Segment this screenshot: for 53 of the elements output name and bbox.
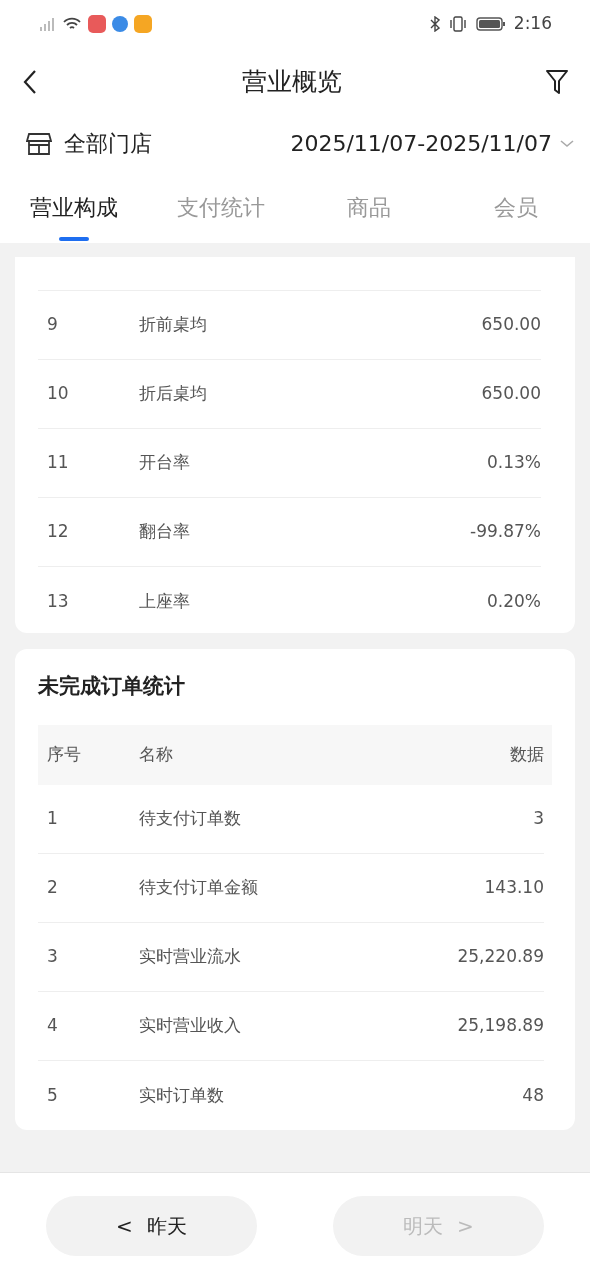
- metric-name: 上座率: [139, 589, 191, 613]
- back-icon: [23, 68, 37, 95]
- row-number: 4: [46, 1014, 59, 1038]
- wifi-icon: [62, 16, 82, 32]
- row-number: 3: [46, 945, 59, 969]
- battery-icon: [475, 16, 506, 32]
- globe-icon: [112, 16, 128, 32]
- metric-name: 待支付订单数: [139, 807, 242, 831]
- date-range-selector[interactable]: 2025/11/07-2025/11/07: [290, 127, 574, 160]
- metric-name: 实时营业流水: [139, 945, 242, 969]
- metric-value: 650.00: [481, 313, 541, 337]
- store-icon: [26, 131, 52, 156]
- row-number: 12: [46, 520, 70, 544]
- previous-day-button[interactable]: < 昨天: [46, 1195, 257, 1256]
- metric-name: 翻台率: [139, 520, 191, 544]
- metric-value: 48: [522, 1083, 544, 1107]
- row-number: 1: [46, 807, 59, 831]
- metric-name: 折后桌均: [139, 382, 208, 406]
- metric-value: 25,198.89: [457, 1014, 544, 1038]
- tab-indicator: [58, 237, 89, 241]
- bluetooth-icon: [429, 16, 440, 32]
- store-selector[interactable]: 全部门店: [26, 127, 152, 160]
- page-title: 营业概览: [242, 65, 342, 98]
- signal-icon: [38, 16, 56, 32]
- tab[interactable]: 营业构成: [0, 172, 148, 243]
- status-time: 2:16: [513, 12, 552, 36]
- vibrate-icon: [447, 16, 468, 32]
- app-icon: [134, 15, 152, 33]
- app-icon: [88, 15, 106, 33]
- metric-value: 0.20%: [487, 589, 541, 613]
- row-number: 13: [46, 589, 70, 613]
- metric-name: 开台率: [139, 451, 191, 475]
- card-title: 未完成订单统计: [38, 673, 186, 701]
- column-header: 数据: [510, 743, 544, 767]
- column-header: 序号: [46, 743, 82, 767]
- row-number: 11: [46, 451, 70, 475]
- row-number: 9: [46, 313, 59, 337]
- metric-value: -99.87%: [470, 520, 541, 544]
- column-header: 名称: [139, 743, 174, 767]
- metric-name: 实时营业收入: [139, 1014, 242, 1038]
- metric-value: 143.10: [484, 876, 544, 900]
- row-number: 5: [46, 1083, 59, 1107]
- chevron-down-icon: [560, 139, 574, 148]
- metric-name: 待支付订单金额: [139, 876, 259, 900]
- filter-icon: [545, 68, 569, 95]
- row-number: 10: [46, 382, 70, 406]
- metric-name: 实时订单数: [139, 1083, 225, 1107]
- metric-value: 650.00: [481, 382, 541, 406]
- metric-value: 0.13%: [487, 451, 541, 475]
- metric-value: 25,220.89: [457, 945, 544, 969]
- row-number: 2: [46, 876, 59, 900]
- metric-name: 折前桌均: [139, 313, 208, 337]
- metric-value: 3: [533, 807, 544, 831]
